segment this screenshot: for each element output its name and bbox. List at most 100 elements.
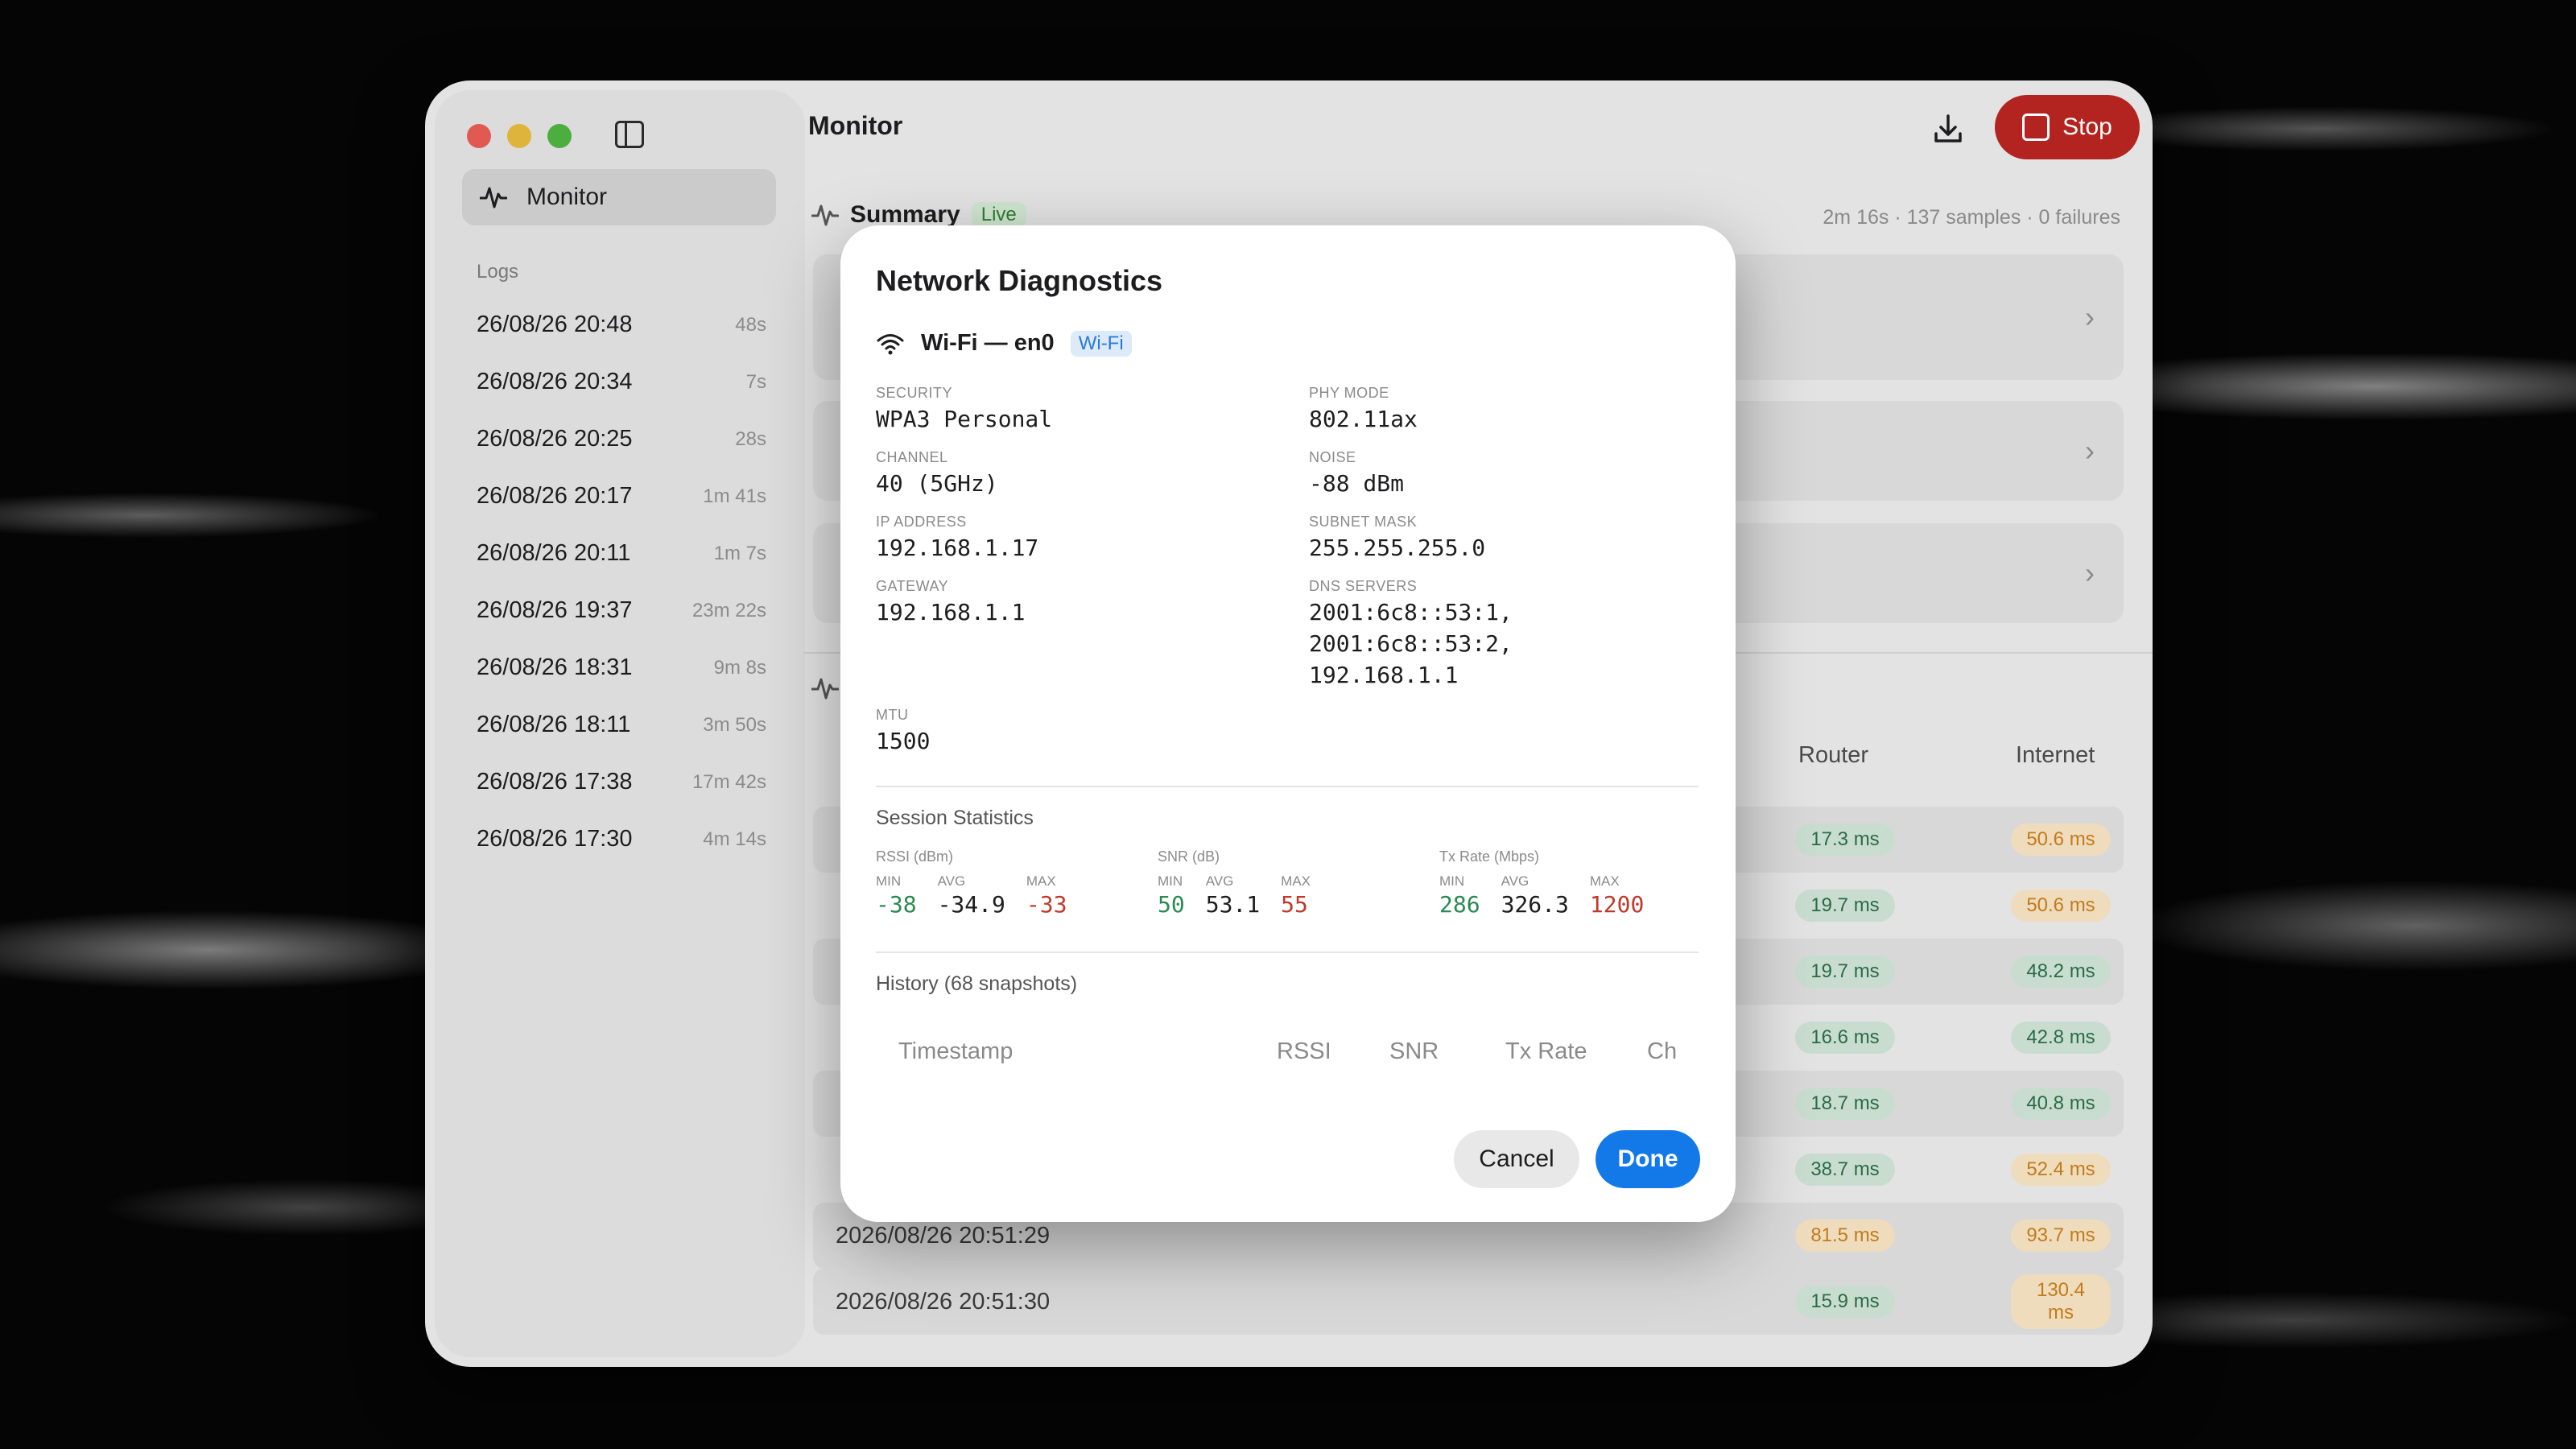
history-column-rssi[interactable]: RSSI (1277, 1038, 1331, 1065)
dialog-title: Network Diagnostics (876, 264, 1163, 297)
log-time: 26/08/26 20:11 (477, 540, 631, 566)
minimize-window-button[interactable] (507, 124, 531, 148)
security-field: SECURITY WPA3 Personal (876, 385, 1053, 432)
router-latency-badge: 19.7 ms (1795, 956, 1895, 988)
chevron-right-icon: › (2085, 556, 2095, 589)
log-item[interactable]: 26/08/26 18:31 9m 8s (477, 639, 766, 696)
zoom-window-button[interactable] (547, 124, 572, 148)
log-item[interactable]: 26/08/26 17:30 4m 14s (477, 811, 766, 868)
snr-max: 55 (1281, 891, 1308, 918)
column-header-router[interactable]: Router (1798, 742, 1868, 769)
chevron-right-icon: › (2085, 300, 2095, 333)
log-item[interactable]: 26/08/26 20:25 28s (477, 411, 766, 468)
summary-title: Summary (850, 201, 960, 228)
sidebar: Monitor Logs 26/08/26 20:48 48s 26/08/26 … (435, 90, 805, 1357)
log-duration: 1m 41s (703, 485, 766, 507)
log-time: 26/08/26 19:37 (477, 597, 633, 623)
subnet-mask-field: SUBNET MASK 255.255.255.0 (1309, 514, 1486, 561)
router-latency-badge: 16.6 ms (1795, 1022, 1895, 1054)
router-latency-badge: 81.5 ms (1795, 1220, 1895, 1252)
tx-min: 286 (1439, 891, 1480, 918)
log-item[interactable]: 26/08/26 20:11 1m 7s (477, 525, 766, 582)
log-time: 26/08/26 20:48 (477, 312, 633, 337)
history-column-snr[interactable]: SNR (1389, 1038, 1439, 1065)
log-time: 26/08/26 17:38 (477, 769, 633, 795)
snr-avg: 53.1 (1205, 891, 1261, 918)
tx-rate-stats: Tx Rate (Mbps) MIN 286 AVG 326.3 MAX 1200 (1439, 848, 1645, 918)
live-badge: Live (971, 202, 1026, 228)
log-duration: 1m 7s (713, 542, 766, 564)
router-latency-badge: 38.7 ms (1795, 1154, 1895, 1186)
close-window-button[interactable] (467, 124, 491, 148)
summary-header: Summary Live (811, 201, 1026, 229)
log-item[interactable]: 26/08/26 19:37 23m 22s (477, 582, 766, 639)
log-duration: 9m 8s (713, 656, 766, 679)
log-duration: 48s (735, 313, 766, 336)
row-timestamp: 2026/08/26 20:51:29 (836, 1222, 1051, 1249)
logs-section-title: Logs (477, 261, 519, 283)
log-time: 26/08/26 17:30 (477, 826, 633, 852)
row-timestamp: 2026/08/26 20:51:30 (836, 1288, 1051, 1315)
internet-latency-badge: 50.6 ms (2011, 890, 2111, 922)
router-latency-badge: 15.9 ms (1795, 1286, 1895, 1318)
ip-address-field: IP ADDRESS 192.168.1.17 (876, 514, 1039, 561)
internet-latency-badge: 42.8 ms (2011, 1022, 2111, 1054)
tx-avg: 326.3 (1501, 891, 1569, 918)
log-item[interactable]: 26/08/26 20:48 48s (477, 296, 766, 353)
log-item[interactable]: 26/08/26 20:34 7s (477, 353, 766, 411)
column-header-internet[interactable]: Internet (2016, 742, 2095, 769)
history-column-tx-rate[interactable]: Tx Rate (1505, 1038, 1587, 1065)
snr-stats: SNR (dB) MIN 50 AVG 53.1 MAX 55 (1158, 848, 1311, 918)
wifi-icon (877, 333, 904, 354)
gateway-field: GATEWAY 192.168.1.1 (876, 578, 1026, 625)
rssi-min: -38 (876, 891, 917, 918)
activity-icon (811, 678, 839, 700)
page-title: Monitor (808, 111, 903, 140)
log-duration: 17m 42s (691, 770, 766, 793)
history-column-timestamp[interactable]: Timestamp (898, 1038, 1013, 1065)
interface-name: Wi-Fi — en0 (921, 330, 1055, 356)
stop-button-label: Stop (2062, 114, 2112, 140)
divider (876, 786, 1699, 787)
mtu-field: MTU 1500 (876, 707, 931, 754)
log-item[interactable]: 26/08/26 17:38 17m 42s (477, 753, 766, 811)
rssi-stats: RSSI (dBm) MIN -38 AVG -34.9 MAX -33 (876, 848, 1067, 918)
internet-latency-badge: 50.6 ms (2011, 824, 2111, 856)
channel-field: CHANNEL 40 (5GHz) (876, 449, 998, 497)
window-controls (467, 124, 572, 148)
summary-meta: 2m 16s · 137 samples · 0 failures (1823, 206, 2120, 229)
dns-servers-field: DNS SERVERS 2001:6c8::53:1, 2001:6c8::53… (1309, 578, 1513, 688)
log-time: 26/08/26 20:25 (477, 426, 633, 452)
cancel-button[interactable]: Cancel (1454, 1130, 1579, 1188)
log-list: 26/08/26 20:48 48s 26/08/26 20:34 7s 26/08… (477, 296, 766, 868)
internet-latency-badge: 48.2 ms (2011, 956, 2111, 988)
log-time: 26/08/26 18:11 (477, 712, 631, 737)
router-latency-badge: 18.7 ms (1795, 1088, 1895, 1120)
divider (876, 952, 1699, 953)
stop-button[interactable]: Stop (1995, 95, 2140, 159)
tx-max: 1200 (1589, 891, 1645, 918)
internet-latency-badge: 52.4 ms (2011, 1154, 2111, 1186)
phy-mode-field: PHY MODE 802.11ax (1309, 385, 1418, 432)
log-time: 26/08/26 20:17 (477, 483, 633, 509)
router-latency-badge: 19.7 ms (1795, 890, 1895, 922)
rssi-max: -33 (1026, 891, 1067, 918)
stop-icon (2022, 114, 2050, 141)
download-icon[interactable] (1930, 111, 1966, 147)
log-duration: 23m 22s (691, 599, 766, 621)
table-row[interactable]: 2026/08/26 20:51:30 15.9 ms 130.4 ms (813, 1269, 2124, 1335)
history-title: History (68 snapshots) (876, 972, 1078, 995)
log-item[interactable]: 26/08/26 20:17 1m 41s (477, 468, 766, 525)
snr-min: 50 (1158, 891, 1185, 918)
sidebar-toggle-icon[interactable] (615, 121, 644, 148)
network-diagnostics-dialog: Network Diagnostics Wi-Fi — en0 Wi-Fi SE… (840, 225, 1736, 1222)
log-time: 26/08/26 18:31 (477, 654, 633, 680)
rssi-avg: -34.9 (937, 891, 1005, 918)
log-duration: 3m 50s (703, 713, 766, 736)
history-column-channel[interactable]: Ch (1647, 1038, 1677, 1065)
chevron-right-icon: › (2085, 434, 2095, 467)
log-item[interactable]: 26/08/26 18:11 3m 50s (477, 696, 766, 753)
interface-type-badge: Wi-Fi (1070, 330, 1132, 357)
done-button[interactable]: Done (1596, 1130, 1700, 1188)
sidebar-item-monitor[interactable]: Monitor (462, 169, 776, 225)
